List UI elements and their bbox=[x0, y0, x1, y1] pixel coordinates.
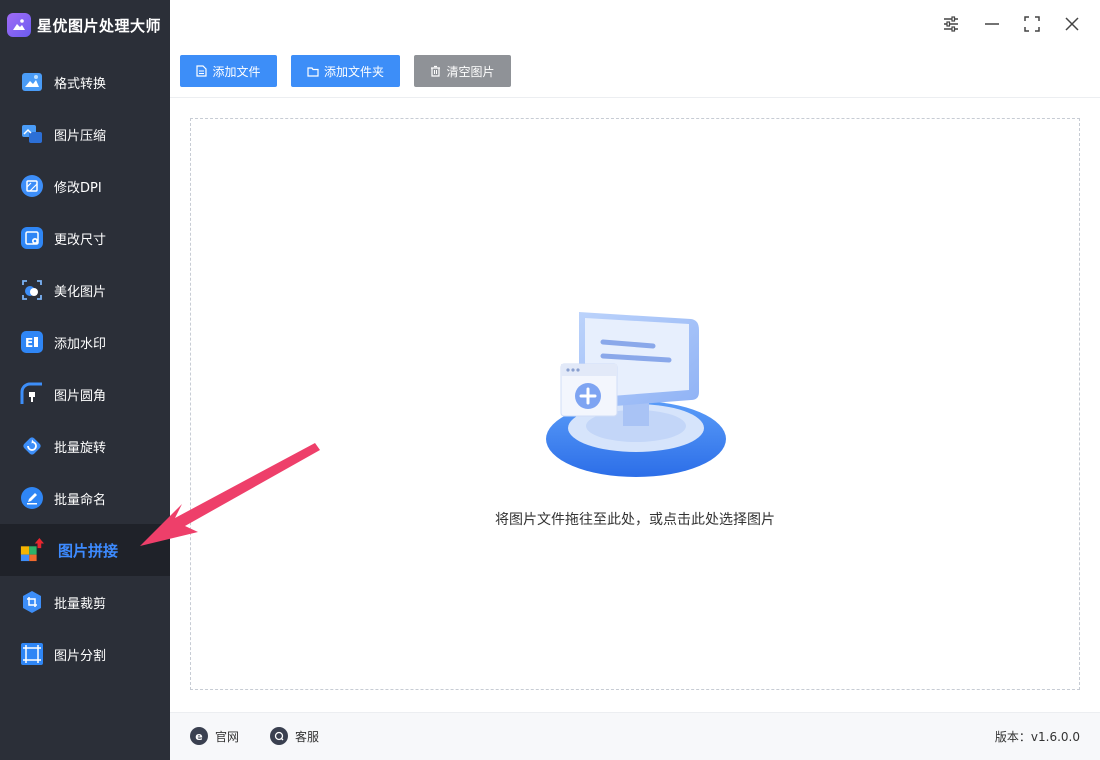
sidebar-item-label: 修改DPI bbox=[54, 180, 102, 196]
trash-icon bbox=[430, 65, 441, 77]
watermark-icon: E bbox=[20, 330, 44, 354]
crop-icon bbox=[20, 590, 44, 614]
sidebar-item-label: 批量旋转 bbox=[54, 440, 107, 456]
svg-text:E: E bbox=[25, 336, 33, 350]
clear-images-button[interactable]: 清空图片 bbox=[414, 55, 511, 87]
main-panel: 添加文件 添加文件夹 清空图片 将图片文件拖往至此处，或点击此处选择图片 e 官… bbox=[170, 0, 1100, 760]
sidebar-item-label: 图片拼接 bbox=[58, 541, 119, 560]
split-icon bbox=[20, 642, 44, 666]
sidebar-item-rename[interactable]: 批量命名 bbox=[0, 472, 170, 524]
add-folder-label: 添加文件夹 bbox=[323, 64, 384, 79]
beautify-icon bbox=[20, 278, 44, 302]
sidebar-item-format-convert[interactable]: 格式转换 bbox=[0, 56, 170, 108]
sidebar-item-label: 图片圆角 bbox=[54, 388, 107, 404]
clear-images-label: 清空图片 bbox=[446, 64, 495, 79]
sidebar-item-crop[interactable]: 批量裁剪 bbox=[0, 576, 170, 628]
website-link[interactable]: e 官网 bbox=[190, 727, 239, 745]
toolbar: 添加文件 添加文件夹 清空图片 bbox=[170, 50, 1100, 98]
sidebar-item-beautify[interactable]: 美化图片 bbox=[0, 264, 170, 316]
sidebar-item-resize[interactable]: 更改尺寸 bbox=[0, 212, 170, 264]
website-label: 官网 bbox=[215, 729, 240, 744]
resize-icon bbox=[20, 226, 44, 250]
folder-icon bbox=[307, 66, 319, 77]
version-text: 版本：v1.6.0.0 bbox=[994, 730, 1080, 744]
sidebar-item-label: 批量裁剪 bbox=[54, 596, 107, 612]
sidebar-item-label: 更改尺寸 bbox=[54, 232, 107, 248]
image-drop-zone[interactable]: 将图片文件拖往至此处，或点击此处选择图片 bbox=[190, 118, 1080, 690]
sidebar-item-label: 添加水印 bbox=[54, 336, 107, 352]
sidebar-item-label: 图片分割 bbox=[54, 648, 107, 664]
support-chat-icon bbox=[270, 727, 288, 745]
add-file-label: 添加文件 bbox=[212, 64, 261, 79]
sidebar-item-round-corner[interactable]: 图片圆角 bbox=[0, 368, 170, 420]
dpi-icon bbox=[20, 174, 44, 198]
add-file-button[interactable]: 添加文件 bbox=[180, 55, 277, 87]
sidebar-item-stitch[interactable]: 图片拼接 bbox=[0, 524, 170, 576]
format-convert-icon bbox=[20, 70, 44, 94]
stitch-icon bbox=[20, 538, 44, 562]
website-e-icon: e bbox=[190, 727, 208, 745]
sidebar-item-compress[interactable]: 图片压缩 bbox=[0, 108, 170, 160]
sidebar-item-dpi[interactable]: 修改DPI bbox=[0, 160, 170, 212]
sidebar-nav: 格式转换 图片压缩 修改DPI 更改尺寸 美化图片 E 添加水印 图片圆角 批量… bbox=[0, 56, 170, 680]
file-icon bbox=[196, 65, 208, 77]
sidebar: 星优图片处理大师 格式转换 图片压缩 修改DPI 更改尺寸 美化图片 E 添加水… bbox=[0, 0, 170, 760]
sidebar-item-label: 批量命名 bbox=[54, 492, 107, 508]
sidebar-item-label: 图片压缩 bbox=[54, 128, 107, 144]
support-link[interactable]: 客服 bbox=[270, 727, 319, 745]
rotate-icon bbox=[20, 434, 44, 458]
minimize-icon[interactable] bbox=[980, 12, 1004, 36]
settings-sliders-icon[interactable] bbox=[939, 12, 963, 36]
sidebar-item-rotate[interactable]: 批量旋转 bbox=[0, 420, 170, 472]
footer: e 官网 客服 版本：v1.6.0.0 bbox=[170, 712, 1100, 760]
title-bar-blank-field bbox=[746, 5, 930, 41]
sidebar-item-split[interactable]: 图片分割 bbox=[0, 628, 170, 680]
title-bar bbox=[170, 0, 1100, 50]
sidebar-item-label: 美化图片 bbox=[54, 284, 107, 300]
sidebar-item-watermark[interactable]: E 添加水印 bbox=[0, 316, 170, 368]
support-label: 客服 bbox=[295, 729, 320, 744]
app-logo-icon bbox=[7, 13, 31, 37]
brand: 星优图片处理大师 bbox=[0, 0, 170, 50]
monitor-add-illustration bbox=[541, 304, 731, 479]
close-icon[interactable] bbox=[1060, 12, 1084, 36]
app-title: 星优图片处理大师 bbox=[37, 16, 162, 35]
maximize-icon[interactable] bbox=[1020, 12, 1044, 36]
add-folder-button[interactable]: 添加文件夹 bbox=[291, 55, 400, 87]
compress-icon bbox=[20, 122, 44, 146]
round-corner-icon bbox=[20, 382, 44, 406]
rename-icon bbox=[20, 486, 44, 510]
drop-zone-hint: 将图片文件拖往至此处，或点击此处选择图片 bbox=[495, 512, 775, 528]
sidebar-item-label: 格式转换 bbox=[54, 76, 107, 92]
